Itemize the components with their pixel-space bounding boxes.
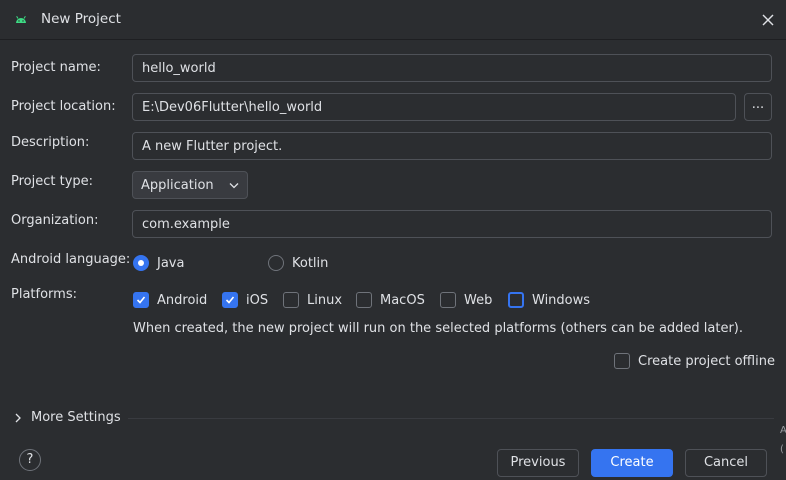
help-button[interactable]: ? bbox=[19, 449, 41, 471]
project-type-select[interactable]: Application bbox=[132, 171, 248, 199]
java-radio[interactable] bbox=[133, 255, 149, 271]
project-name-input[interactable] bbox=[132, 54, 772, 82]
ios-checkbox-label: iOS bbox=[246, 293, 269, 308]
more-settings-toggle[interactable]: More Settings bbox=[31, 410, 121, 425]
description-input[interactable] bbox=[132, 132, 772, 160]
java-label: Java bbox=[157, 256, 185, 271]
organization-label: Organization: bbox=[11, 213, 99, 228]
project-name-label: Project name: bbox=[11, 60, 101, 75]
android-checkbox-label: Android bbox=[157, 293, 208, 308]
close-icon[interactable] bbox=[757, 9, 779, 31]
android-icon bbox=[16, 15, 26, 23]
offline-checkbox[interactable] bbox=[614, 353, 630, 369]
cancel-button[interactable]: Cancel bbox=[685, 449, 767, 477]
window-title: New Project bbox=[41, 11, 121, 27]
divider bbox=[128, 418, 774, 419]
project-location-input[interactable] bbox=[132, 93, 736, 121]
edge-glyph: ( bbox=[780, 444, 784, 455]
project-type-label: Project type: bbox=[11, 174, 94, 189]
previous-button[interactable]: Previous bbox=[497, 449, 579, 477]
platforms-label: Platforms: bbox=[11, 287, 77, 302]
edge-glyph: A bbox=[780, 425, 786, 436]
windows-checkbox[interactable] bbox=[508, 292, 524, 308]
chevron-down-icon bbox=[229, 183, 239, 189]
create-button[interactable]: Create bbox=[591, 449, 673, 477]
chevron-right-icon[interactable] bbox=[14, 412, 22, 424]
organization-input[interactable] bbox=[132, 210, 772, 238]
windows-checkbox-label: Windows bbox=[532, 293, 591, 308]
macos-checkbox-label: MacOS bbox=[380, 293, 425, 308]
title-bar: New Project bbox=[0, 0, 786, 40]
checkmark-icon bbox=[136, 296, 146, 304]
ios-checkbox[interactable] bbox=[222, 292, 238, 308]
linux-checkbox-label: Linux bbox=[307, 293, 343, 308]
description-label: Description: bbox=[11, 135, 90, 150]
kotlin-radio[interactable] bbox=[268, 255, 284, 271]
project-location-label: Project location: bbox=[11, 99, 116, 114]
browse-button[interactable]: ... bbox=[744, 93, 772, 121]
checkmark-icon bbox=[225, 296, 235, 304]
linux-checkbox[interactable] bbox=[283, 292, 299, 308]
project-type-value: Application bbox=[141, 178, 214, 193]
android-checkbox[interactable] bbox=[133, 292, 149, 308]
kotlin-label: Kotlin bbox=[292, 256, 329, 271]
web-checkbox[interactable] bbox=[440, 292, 456, 308]
android-language-label: Android language: bbox=[11, 252, 131, 267]
macos-checkbox[interactable] bbox=[356, 292, 372, 308]
offline-checkbox-label: Create project offline bbox=[638, 354, 775, 369]
web-checkbox-label: Web bbox=[464, 293, 493, 308]
platforms-hint: When created, the new project will run o… bbox=[133, 321, 744, 336]
